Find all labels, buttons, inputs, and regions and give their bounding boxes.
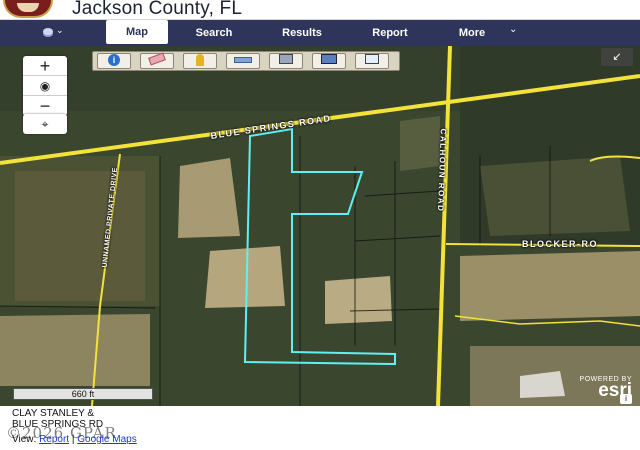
tab-report[interactable]: Report <box>356 24 424 44</box>
aerial-imagery <box>0 46 640 406</box>
crosshair-icon: ⌖ <box>41 117 49 131</box>
measure-icon <box>234 57 252 63</box>
tab-search[interactable]: Search <box>180 24 248 44</box>
query-tool-button[interactable] <box>312 53 346 69</box>
print-tool-button[interactable] <box>269 53 303 69</box>
chevron-down-icon: ⌄ <box>509 24 518 35</box>
tab-results[interactable]: Results <box>266 24 338 44</box>
globe-icon[interactable]: ◉ <box>23 76 67 96</box>
info-icon: i <box>108 54 120 66</box>
map-toolbar: i <box>92 51 400 71</box>
print-icon <box>279 54 293 64</box>
report-link[interactable]: Report <box>39 434 69 445</box>
pin-tool-button[interactable] <box>183 53 217 69</box>
county-seal-icon <box>3 0 53 18</box>
locate-button[interactable]: ⌖ <box>23 114 67 134</box>
view-label: View: <box>12 434 37 445</box>
road-label-blocker: BLOCKER-RO <box>522 239 598 249</box>
export-icon <box>365 54 379 64</box>
owner-name: CLAY STANLEY & <box>12 408 95 419</box>
google-maps-link[interactable]: Google Maps <box>77 434 136 445</box>
full-extent-button[interactable]: ↙ <box>601 48 633 66</box>
map-view[interactable]: BLUE SPRINGS ROAD CALHOUN ROAD BLOCKER-R… <box>0 46 640 406</box>
query-icon <box>321 54 337 64</box>
eraser-icon <box>148 52 166 66</box>
page-title: Jackson County, FL <box>72 0 243 19</box>
pin-icon <box>196 54 204 66</box>
nav-bar: ⌄ Map Search Results Report More ⌄ <box>0 20 640 46</box>
tab-more[interactable]: More <box>440 24 504 44</box>
chevron-down-icon: ⌄ <box>56 25 64 35</box>
app-root: Jackson County, FL ⌄ Map Search Results … <box>0 0 640 450</box>
measure-tool-button[interactable] <box>226 53 260 69</box>
layers-icon <box>43 28 53 35</box>
parcel-info-panel: CLAY STANLEY & BLUE SPRINGS RD ©2026 GPA… <box>0 406 640 450</box>
zoom-out-button[interactable]: − <box>23 96 67 116</box>
expand-arrow-icon: ↙ <box>612 51 622 63</box>
info-tool-button[interactable]: i <box>97 53 131 69</box>
attribution-info-button[interactable]: i <box>620 394 632 404</box>
export-tool-button[interactable] <box>355 53 389 69</box>
link-separator: | <box>71 434 75 445</box>
scale-bar: 660 ft <box>13 388 153 400</box>
header: Jackson County, FL <box>0 0 640 20</box>
zoom-in-button[interactable]: + <box>23 56 67 76</box>
view-links: View: Report | Google Maps <box>12 434 137 445</box>
info-icon: i <box>625 394 627 403</box>
layers-button[interactable]: ⌄ <box>40 25 66 41</box>
eraser-tool-button[interactable] <box>140 52 174 69</box>
zoom-control: + ◉ − <box>23 56 67 116</box>
tab-map[interactable]: Map <box>106 20 168 44</box>
